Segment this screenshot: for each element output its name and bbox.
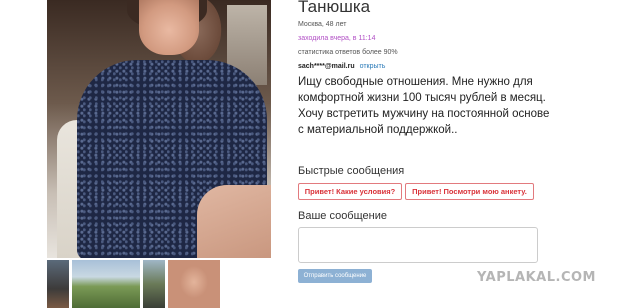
photo-thumbnail-2[interactable] [72, 260, 140, 308]
profile-email-row: sach****@mail.ru открыть [298, 63, 385, 70]
profile-name: Танюшка [298, 0, 371, 16]
message-input[interactable] [298, 227, 538, 263]
quick-message-button-1[interactable]: Привет! Какие условия? [298, 183, 402, 200]
photo-face [139, 0, 199, 55]
site-watermark: YAPLAKAL.COM [477, 270, 596, 285]
email-open-link[interactable]: открыть [360, 63, 386, 70]
photo-thumbnail-3[interactable] [143, 260, 165, 308]
profile-stats: статистика ответов более 90% [298, 49, 398, 56]
profile-last-visit: заходила вчера, в 11:14 [298, 35, 376, 42]
profile-about: Ищу свободные отношения. Мне нужно для к… [298, 76, 550, 136]
profile-city-age: Москва, 48 лет [298, 21, 347, 28]
photo-thumbnail-4[interactable] [168, 260, 220, 308]
send-message-button[interactable]: Отправить сообщение [298, 269, 372, 283]
message-title: Ваше сообщение [298, 210, 387, 222]
photo-legs [197, 185, 271, 258]
quick-messages-title: Быстрые сообщения [298, 165, 405, 177]
profile-photo-main[interactable] [47, 0, 271, 258]
photo-thumbnail-1[interactable] [47, 260, 69, 308]
quick-message-button-2[interactable]: Привет! Посмотри мою анкету. [405, 183, 534, 200]
profile-email: sach****@mail.ru [298, 63, 355, 70]
